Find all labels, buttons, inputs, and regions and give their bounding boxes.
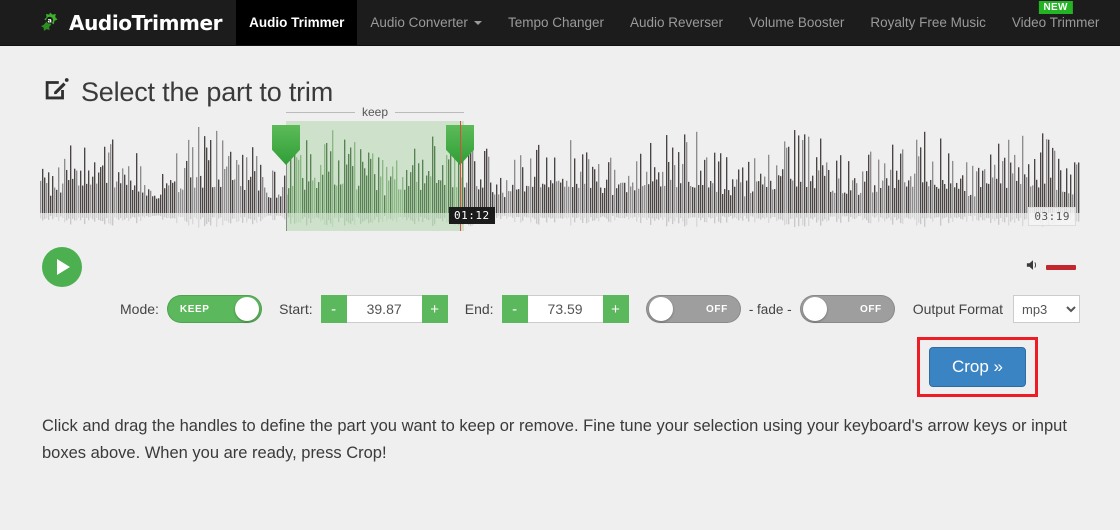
controls-row: Mode: KEEP Start: - + End: - + OFF - fad… (40, 295, 1081, 323)
nav-item-list: Audio Trimmer Audio Converter Tempo Chan… (236, 0, 1112, 45)
edit-crop-icon (42, 76, 70, 109)
keep-label-line-left (286, 111, 355, 113)
play-icon (57, 259, 70, 275)
nav-item-label: Tempo Changer (507, 15, 604, 30)
keep-label-text: keep (361, 105, 389, 119)
nav-item-audio-reverser[interactable]: Audio Reverser (617, 0, 736, 45)
waveform-bars (40, 127, 1080, 228)
gear-flower-logo-icon: a (38, 11, 62, 35)
nav-item-audio-converter[interactable]: Audio Converter (357, 0, 495, 45)
instructions-text: Click and drag the handles to define the… (42, 413, 1072, 467)
nav-item-label: Video Trimmer (1011, 15, 1100, 30)
crop-button[interactable]: Crop » (928, 347, 1026, 387)
new-badge: NEW (1038, 1, 1073, 14)
crop-button-area: Crop » (40, 337, 1080, 397)
fade-out-toggle-knob (802, 297, 827, 321)
keep-region-label: keep (286, 105, 464, 119)
nav-item-label: Volume Booster (749, 15, 845, 30)
nav-item-label: Audio Converter (370, 15, 468, 30)
nav-item-audio-trimmer[interactable]: Audio Trimmer (236, 0, 358, 45)
end-input[interactable] (527, 295, 603, 323)
fade-in-toggle[interactable]: OFF (645, 295, 741, 323)
fade-out-toggle[interactable]: OFF (799, 295, 895, 323)
total-time-label: 03:19 (1028, 207, 1076, 226)
play-button[interactable] (42, 247, 82, 287)
crop-highlight-box: Crop » (916, 337, 1038, 397)
waveform-container: keep 01:12 03:19 (40, 105, 1080, 231)
start-increment-button[interactable]: + (421, 295, 448, 323)
current-time-label: 01:12 (449, 207, 495, 224)
end-decrement-button[interactable]: - (501, 295, 528, 323)
waveform-canvas[interactable]: 01:12 03:19 (40, 121, 1080, 231)
nav-item-label: Audio Reverser (630, 15, 724, 30)
svg-text:a: a (47, 16, 51, 24)
brand-logo-link[interactable]: a AudioTrimmer (0, 0, 236, 45)
speaker-icon[interactable] (1026, 258, 1040, 277)
nav-item-video-trimmer[interactable]: NEW Video Trimmer (999, 0, 1113, 45)
nav-item-label: Royalty Free Music (870, 15, 986, 30)
end-increment-button[interactable]: + (602, 295, 629, 323)
end-label: End: (464, 301, 494, 317)
start-decrement-button[interactable]: - (320, 295, 347, 323)
volume-control[interactable] (1026, 258, 1080, 277)
nav-item-volume-booster[interactable]: Volume Booster (736, 0, 857, 45)
start-stepper: - + (320, 295, 448, 323)
top-navbar: a AudioTrimmer Audio Trimmer Audio Conve… (0, 0, 1120, 46)
chevron-down-icon (473, 20, 482, 25)
page-title: Select the part to trim (42, 76, 1080, 109)
brand-name: AudioTrimmer (69, 10, 223, 35)
fade-in-toggle-knob (648, 297, 673, 321)
fade-in-toggle-value: OFF (706, 303, 728, 315)
mode-toggle-knob (235, 297, 260, 321)
output-format-label: Output Format (912, 301, 1003, 317)
fade-out-toggle-value: OFF (859, 303, 882, 315)
page-title-text: Select the part to trim (81, 77, 334, 107)
mode-toggle-value: KEEP (179, 303, 210, 315)
page-content: Select the part to trim keep 01:12 03:19 (0, 76, 1120, 467)
fade-label: - fade - (748, 301, 792, 317)
nav-item-label: Audio Trimmer (249, 15, 345, 30)
volume-slider[interactable] (1046, 264, 1076, 270)
start-input[interactable] (346, 295, 422, 323)
instructions-line-1: Click and drag the handles to define the… (42, 417, 923, 435)
output-format-select[interactable]: mp3 (1013, 295, 1081, 323)
mode-toggle[interactable]: KEEP (166, 295, 263, 323)
selection-start-stem (286, 159, 287, 231)
nav-item-tempo-changer[interactable]: Tempo Changer (495, 0, 617, 45)
keep-label-line-right (395, 111, 464, 113)
nav-item-royalty-free-music[interactable]: Royalty Free Music (857, 0, 999, 45)
player-row (40, 245, 1080, 289)
end-stepper: - + (501, 295, 629, 323)
start-label: Start: (279, 301, 313, 317)
mode-label: Mode: (120, 301, 159, 317)
